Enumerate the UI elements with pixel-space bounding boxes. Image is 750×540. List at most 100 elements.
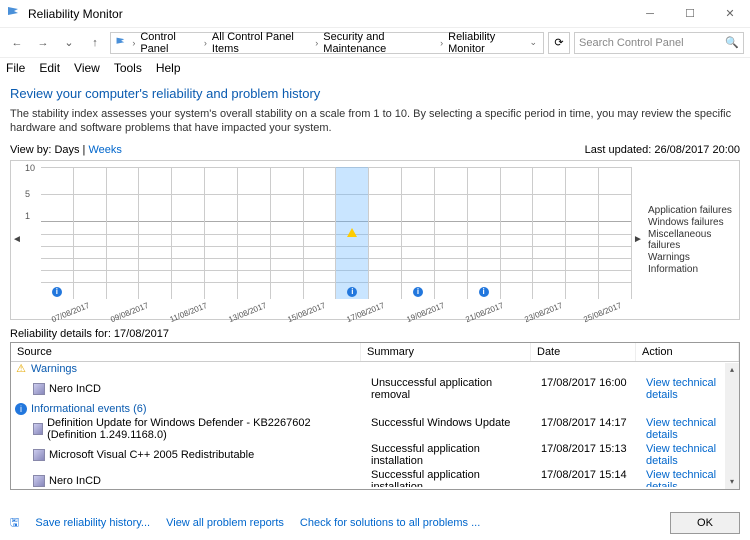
description: The stability index assesses your system… bbox=[10, 107, 740, 136]
info-icon: i bbox=[52, 287, 62, 297]
maximize-button[interactable]: ☐ bbox=[670, 0, 710, 28]
chart-column[interactable]: i bbox=[402, 167, 435, 299]
menu-file[interactable]: File bbox=[6, 61, 25, 75]
chart-next-button[interactable]: ► bbox=[632, 161, 644, 319]
window-title: Reliability Monitor bbox=[28, 7, 630, 21]
chevron-right-icon: › bbox=[204, 38, 207, 48]
chart-column[interactable] bbox=[501, 167, 534, 299]
breadcrumb-item[interactable]: Control Panel bbox=[140, 31, 199, 55]
details-title: Reliability details for: 17/08/2017 bbox=[10, 328, 740, 340]
table-row[interactable]: Microsoft Visual C++ 2005 Redistributabl… bbox=[11, 442, 739, 468]
save-icon: 🖫 bbox=[10, 514, 19, 533]
breadcrumb-item[interactable]: Security and Maintenance bbox=[323, 31, 435, 55]
app-icon bbox=[33, 449, 45, 461]
col-date[interactable]: Date bbox=[531, 343, 636, 361]
view-weeks-link[interactable]: Weeks bbox=[88, 144, 121, 156]
y-tick: 10 bbox=[25, 163, 35, 173]
x-tick: 21/08/2017 bbox=[455, 297, 513, 327]
group-warnings[interactable]: ⚠ Warnings bbox=[11, 362, 739, 376]
view-details-link[interactable]: View technical details bbox=[646, 377, 716, 401]
x-tick: 11/08/2017 bbox=[160, 297, 218, 327]
info-icon: i bbox=[413, 287, 423, 297]
x-tick: 09/08/2017 bbox=[101, 297, 159, 327]
up-button[interactable]: ↑ bbox=[84, 32, 106, 54]
save-history-link[interactable]: Save reliability history... bbox=[35, 517, 150, 529]
chart-column[interactable] bbox=[435, 167, 468, 299]
x-tick: 15/08/2017 bbox=[278, 297, 336, 327]
chart-column[interactable] bbox=[139, 167, 172, 299]
menu-edit[interactable]: Edit bbox=[39, 61, 60, 75]
chart-column[interactable] bbox=[369, 167, 402, 299]
chart-column[interactable] bbox=[566, 167, 599, 299]
view-details-link[interactable]: View technical details bbox=[646, 417, 716, 441]
footer: 🖫 Save reliability history... View all p… bbox=[10, 512, 740, 534]
chart-column[interactable] bbox=[74, 167, 107, 299]
view-details-link[interactable]: View technical details bbox=[646, 443, 716, 467]
chevron-right-icon: › bbox=[132, 38, 135, 48]
scrollbar[interactable]: ▴ ▾ bbox=[725, 363, 739, 489]
menu-view[interactable]: View bbox=[74, 61, 100, 75]
col-source[interactable]: Source bbox=[11, 343, 361, 361]
chart-column[interactable] bbox=[238, 167, 271, 299]
x-tick: 25/08/2017 bbox=[573, 297, 631, 327]
menu-help[interactable]: Help bbox=[156, 61, 181, 75]
chevron-down-icon[interactable]: ⌄ bbox=[529, 37, 537, 48]
col-summary[interactable]: Summary bbox=[361, 343, 531, 361]
info-icon: i bbox=[347, 287, 357, 297]
titlebar: Reliability Monitor ─ ☐ ✕ bbox=[0, 0, 750, 28]
minimize-button[interactable]: ─ bbox=[630, 0, 670, 28]
table-row[interactable]: Nero InCD Unsuccessful application remov… bbox=[11, 376, 739, 402]
view-details-link[interactable]: View technical details bbox=[646, 469, 716, 487]
info-icon: i bbox=[15, 403, 27, 415]
table-row[interactable]: Nero InCDSuccessful application installa… bbox=[11, 468, 739, 487]
chart-column[interactable] bbox=[172, 167, 205, 299]
chart-column[interactable] bbox=[107, 167, 140, 299]
chart-column[interactable] bbox=[205, 167, 238, 299]
warning-icon: ⚠ bbox=[15, 363, 27, 375]
y-tick: 1 bbox=[25, 211, 30, 221]
chevron-right-icon: › bbox=[315, 38, 318, 48]
recent-dropdown[interactable]: ⌄ bbox=[58, 32, 80, 54]
page-heading: Review your computer's reliability and p… bbox=[10, 86, 740, 101]
chart-column[interactable] bbox=[599, 167, 632, 299]
back-button[interactable]: ← bbox=[6, 32, 28, 54]
view-days-link[interactable]: Days bbox=[54, 144, 79, 156]
chart-column[interactable]: i bbox=[41, 167, 74, 299]
details-header[interactable]: Source Summary Date Action bbox=[11, 343, 739, 362]
details-panel: Source Summary Date Action ⚠ Warnings Ne… bbox=[10, 342, 740, 490]
chart-column[interactable] bbox=[533, 167, 566, 299]
chart-column[interactable]: i bbox=[336, 167, 369, 299]
x-tick: 23/08/2017 bbox=[514, 297, 572, 327]
chart-panel: ◄ 10 5 1 iiii 07/08/201709/08/201711/08/… bbox=[10, 160, 740, 320]
search-input[interactable] bbox=[579, 37, 725, 49]
breadcrumb-item[interactable]: All Control Panel Items bbox=[212, 31, 310, 55]
x-tick: 13/08/2017 bbox=[219, 297, 277, 327]
chart-column[interactable] bbox=[271, 167, 304, 299]
reliability-chart[interactable]: 10 5 1 iiii 07/08/201709/08/201711/08/20… bbox=[23, 161, 632, 319]
address-bar[interactable]: › Control Panel › All Control Panel Item… bbox=[110, 32, 544, 54]
warning-icon bbox=[347, 228, 357, 237]
chart-column[interactable]: i bbox=[468, 167, 501, 299]
x-tick: 17/08/2017 bbox=[337, 297, 395, 327]
scroll-up-button[interactable]: ▴ bbox=[725, 363, 739, 377]
scroll-down-button[interactable]: ▾ bbox=[725, 475, 739, 489]
view-by: View by: Days | Weeks bbox=[10, 144, 122, 156]
group-info[interactable]: i Informational events (6) bbox=[11, 402, 739, 416]
search-icon: 🔍 bbox=[725, 36, 739, 49]
refresh-button[interactable]: ⟳ bbox=[548, 32, 570, 54]
app-icon bbox=[33, 383, 45, 395]
forward-button[interactable]: → bbox=[32, 32, 54, 54]
table-row[interactable]: Definition Update for Windows Defender -… bbox=[11, 416, 739, 442]
menu-tools[interactable]: Tools bbox=[114, 61, 142, 75]
check-solutions-link[interactable]: Check for solutions to all problems ... bbox=[300, 517, 480, 529]
last-updated: Last updated: 26/08/2017 20:00 bbox=[585, 144, 740, 156]
col-action[interactable]: Action bbox=[636, 343, 739, 361]
search-box[interactable]: 🔍 bbox=[574, 32, 744, 54]
close-button[interactable]: ✕ bbox=[710, 0, 750, 28]
chart-column[interactable] bbox=[304, 167, 337, 299]
breadcrumb-item[interactable]: Reliability Monitor bbox=[448, 31, 524, 55]
view-all-reports-link[interactable]: View all problem reports bbox=[166, 517, 284, 529]
ok-button[interactable]: OK bbox=[670, 512, 740, 534]
chart-prev-button[interactable]: ◄ bbox=[11, 161, 23, 319]
menubar: File Edit View Tools Help bbox=[0, 58, 750, 78]
